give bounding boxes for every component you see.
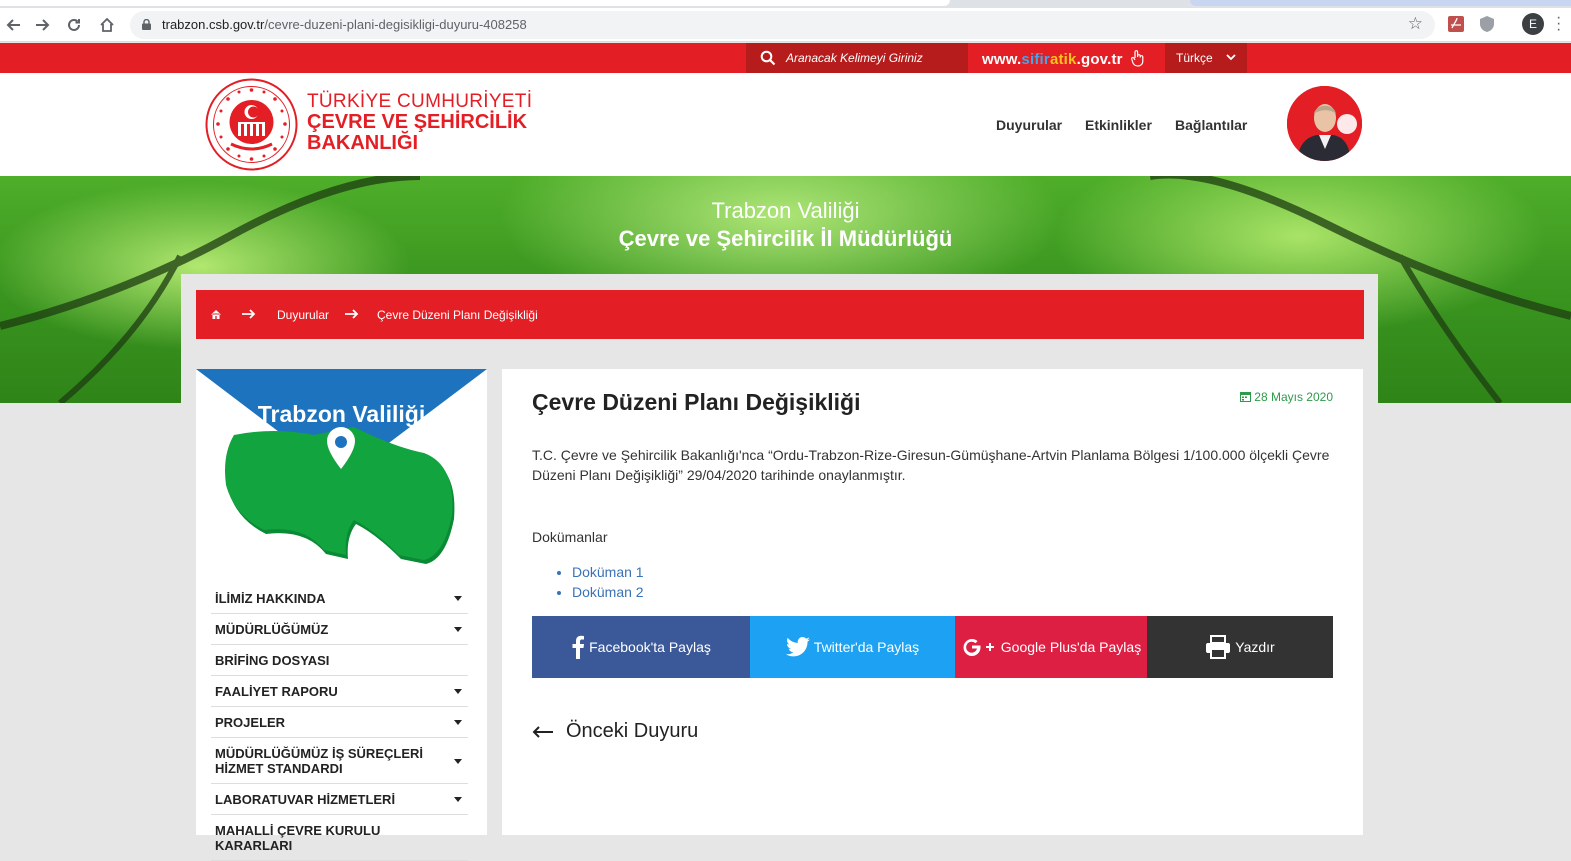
chevron-down-icon <box>1226 54 1236 61</box>
trabzon-map-graphic[interactable] <box>196 369 487 569</box>
site-search[interactable]: Aranacak Kelimeyi Giriniz <box>746 43 968 73</box>
banner-subtitle: Trabzon Valiliği <box>711 198 860 223</box>
breadcrumb-duyurular[interactable]: Duyurular <box>277 308 329 322</box>
nav-baglantilar[interactable]: Bağlantılar <box>1175 117 1247 133</box>
browser-tab[interactable] <box>1190 0 1571 6</box>
browser-menu-icon[interactable]: · · · <box>1556 10 1561 38</box>
sidebar-title: Trabzon Valiliği <box>257 401 426 427</box>
top-utility-bar: Aranacak Kelimeyi Giriniz www.sifiratik.… <box>0 43 1571 73</box>
facebook-share-button[interactable]: Facebook'ta Paylaş <box>532 616 750 678</box>
caret-down-icon <box>454 720 462 725</box>
url-text: trabzon.csb.gov.tr/cevre-duzeni-plani-de… <box>162 17 527 32</box>
banner-title: Çevre ve Şehircilik İl Müdürlüğü <box>618 226 953 251</box>
shield-extension-icon[interactable] <box>1478 15 1496 33</box>
sidebar-item-projeler[interactable]: PROJELER <box>211 707 468 738</box>
twitter-share-button[interactable]: Twitter'da Paylaş <box>750 616 955 678</box>
caret-down-icon <box>454 627 462 632</box>
documents-list: Doküman 1 Doküman 2 <box>556 562 644 602</box>
sidebar-item-mahalli-cevre-kurulu[interactable]: MAHALLİ ÇEVRE KURULU KARARLARI <box>211 815 468 861</box>
document-link-1[interactable]: Doküman 1 <box>572 562 644 582</box>
facebook-icon <box>572 635 585 659</box>
arrow-right-icon <box>345 309 359 319</box>
back-arrow-icon[interactable] <box>2 13 26 37</box>
sidebar-menu: İLİMİZ HAKKINDA MÜDÜRLÜĞÜMÜZ BRİFİNG DOS… <box>211 583 468 861</box>
article-title: Çevre Düzeni Planı Değişikliği <box>532 389 861 415</box>
previous-announcement-link[interactable]: Önceki Duyuru <box>532 720 698 743</box>
documents-heading: Dokümanlar <box>532 529 608 545</box>
caret-down-icon <box>454 689 462 694</box>
sidebar-item-faaliyet-raporu[interactable]: FAALİYET RAPORU <box>211 676 468 707</box>
browser-tab-strip <box>0 0 1571 8</box>
browser-tab-active[interactable] <box>0 0 950 6</box>
sidebar-item-mudurlugumuz[interactable]: MÜDÜRLÜĞÜMÜZ <box>211 614 468 645</box>
pdf-extension-icon[interactable] <box>1447 15 1465 33</box>
browser-toolbar: trabzon.csb.gov.tr/cevre-duzeni-plani-de… <box>0 8 1571 42</box>
article: Çevre Düzeni Planı Değişikliği 28 Mayıs … <box>502 369 1363 835</box>
article-body: T.C. Çevre ve Şehircilik Bakanlığı'nca “… <box>532 447 1330 483</box>
home-icon[interactable] <box>210 308 222 320</box>
sifir-atik-link[interactable]: www.sifiratik.gov.tr <box>982 49 1147 68</box>
site-header: TÜRKİYE CUMHURİYETİ ÇEVRE VE ŞEHİRCİLİK … <box>0 73 1571 176</box>
caret-down-icon <box>454 758 462 764</box>
search-input[interactable]: Aranacak Kelimeyi Giriniz <box>786 51 923 65</box>
caret-down-icon <box>454 797 462 802</box>
share-bar: Facebook'ta Paylaş Twitter'da Paylaş Goo… <box>532 616 1333 678</box>
google-plus-icon <box>963 639 994 657</box>
ministry-name[interactable]: TÜRKİYE CUMHURİYETİ ÇEVRE VE ŞEHİRCİLİK … <box>307 91 532 154</box>
twitter-icon <box>785 637 810 657</box>
ministry-emblem-logo[interactable] <box>205 78 298 171</box>
forward-arrow-icon[interactable] <box>30 13 54 37</box>
sidebar-item-brifing-dosyasi[interactable]: BRİFİNG DOSYASI <box>211 645 468 676</box>
sidebar-item-ilimiz-hakkinda[interactable]: İLİMİZ HAKKINDA <box>211 583 468 614</box>
google-plus-share-button[interactable]: Google Plus'da Paylaş <box>955 616 1147 678</box>
address-bar[interactable]: trabzon.csb.gov.tr/cevre-duzeni-plani-de… <box>130 11 1435 39</box>
breadcrumb: Duyurular Çevre Düzeni Planı Değişikliği <box>196 290 1364 339</box>
reload-icon[interactable] <box>62 13 86 37</box>
arrow-left-icon <box>532 726 553 738</box>
document-link-2[interactable]: Doküman 2 <box>572 582 644 602</box>
calendar-icon <box>1240 392 1252 402</box>
home-icon[interactable] <box>95 13 119 37</box>
search-icon[interactable] <box>760 50 776 66</box>
language-selector[interactable]: Türkçe <box>1165 43 1247 73</box>
lock-icon <box>142 19 151 30</box>
profile-avatar[interactable]: E <box>1522 13 1544 35</box>
arrow-right-icon <box>242 309 256 319</box>
sidebar: Trabzon Valiliği İLİMİZ HAKKINDA MÜDÜRLÜ… <box>196 369 487 861</box>
article-date: 28 Mayıs 2020 <box>1240 390 1333 404</box>
printer-icon <box>1206 635 1231 659</box>
sidebar-item-laboratuvar[interactable]: LABORATUVAR HİZMETLERİ <box>211 784 468 815</box>
breadcrumb-current: Çevre Düzeni Planı Değişikliği <box>377 308 538 322</box>
ataturk-portrait <box>1287 86 1362 161</box>
sidebar-item-is-surecleri[interactable]: MÜDÜRLÜĞÜMÜZ İŞ SÜREÇLERİ HİZMET STANDAR… <box>211 738 468 784</box>
bookmark-star-icon[interactable]: ☆ <box>1408 14 1423 34</box>
caret-down-icon <box>454 596 462 601</box>
nav-etkinlikler[interactable]: Etkinlikler <box>1085 117 1152 133</box>
pointer-hand-icon <box>1131 50 1144 67</box>
nav-duyurular[interactable]: Duyurular <box>996 117 1062 133</box>
print-button[interactable]: Yazdır <box>1147 616 1333 678</box>
